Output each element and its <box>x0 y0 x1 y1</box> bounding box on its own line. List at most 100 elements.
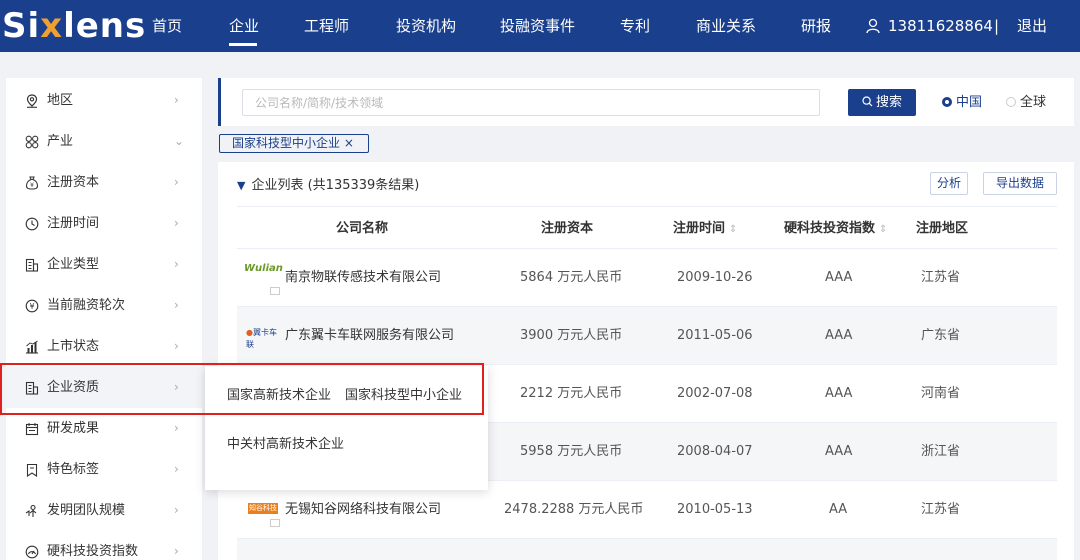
col-header-index[interactable]: 硬科技投资指数 ⇕ <box>784 220 887 239</box>
search-button[interactable]: 搜索 <box>848 89 916 116</box>
logo-badge-icon <box>270 287 280 295</box>
sidebar-item-enterprise-type[interactable]: 企业类型 › <box>6 244 202 285</box>
chevron-right-icon: › <box>174 93 179 107</box>
company-name-link[interactable]: 广东翼卡车联网服务有限公司 <box>285 327 454 345</box>
financing-icon: ¥ <box>25 299 39 313</box>
radio-selected-icon <box>942 96 952 107</box>
nav-investor[interactable]: 投资机构 <box>396 16 456 36</box>
chevron-right-icon: › <box>174 298 179 312</box>
cell-date: 2009-10-26 <box>677 270 753 285</box>
scope-label-china: 中国 <box>956 95 983 110</box>
cell-region: 河南省 <box>921 386 961 401</box>
company-logo-text: 知谷科技 <box>248 503 278 514</box>
nav-enterprise[interactable]: 企业 <box>229 16 259 36</box>
cell-date: 2008-04-07 <box>677 444 753 459</box>
cell-capital: 2212 万元人民币 <box>520 386 623 401</box>
industry-icon <box>25 135 39 149</box>
cell-index: AAA <box>825 270 853 285</box>
sidebar-item-registered-capital[interactable]: ¥ 注册资本 › <box>6 162 202 203</box>
filter-sidebar: 地区 › 产业 ⌄ ¥ 注册资本 › 注册时间 › 企业类型 › ¥ 当前融资轮… <box>6 78 202 560</box>
sidebar-item-label: 地区 <box>47 93 74 108</box>
nav-business-relations[interactable]: 商业关系 <box>696 16 756 36</box>
chevron-right-icon: › <box>174 257 179 271</box>
cell-date: 2002-07-08 <box>677 386 753 401</box>
nav-investment-events[interactable]: 投融资事件 <box>500 16 575 36</box>
cell-capital: 2478.2288 万元人民币 <box>504 502 644 517</box>
bookmark-icon <box>26 463 38 477</box>
sidebar-item-feature-tags[interactable]: 特色标签 › <box>6 449 202 490</box>
qualification-option[interactable]: 中关村高新技术企业 <box>227 436 344 454</box>
sidebar-item-industry[interactable]: 产业 ⌄ <box>6 121 202 162</box>
cell-index: AAA <box>825 444 853 459</box>
col-header-date[interactable]: 注册时间 ⇕ <box>673 220 737 239</box>
location-icon <box>26 94 38 108</box>
col-header-company: 公司名称 <box>336 221 389 236</box>
nav-research[interactable]: 研报 <box>801 16 831 36</box>
collapse-arrow-icon[interactable]: ▼ <box>237 179 245 192</box>
scope-radio-china[interactable]: 中国 <box>942 94 982 111</box>
col-header-capital: 注册资本 <box>541 221 594 236</box>
company-name-link[interactable]: 无锡知谷网络科技有限公司 <box>285 501 441 519</box>
sort-icon[interactable]: ⇕ <box>729 224 737 235</box>
sidebar-item-label: 企业类型 <box>47 257 100 272</box>
logo-badge-icon <box>270 519 280 527</box>
cell-capital: 5864 万元人民币 <box>520 270 623 285</box>
sidebar-item-label: 注册时间 <box>47 216 100 231</box>
sidebar-item-label: 注册资本 <box>47 175 100 190</box>
search-input[interactable] <box>242 89 820 116</box>
sixlens-logo[interactable]: Sixlens <box>2 6 146 46</box>
nav-active-indicator <box>229 43 257 46</box>
list-title-text: 企业列表 (共135339条结果) <box>251 178 420 193</box>
clock-icon <box>25 217 39 231</box>
calendar-icon <box>25 423 39 436</box>
svg-text:¥: ¥ <box>30 182 34 189</box>
search-button-label: 搜索 <box>875 95 902 110</box>
header-separator: | <box>994 17 1000 35</box>
cell-region: 江苏省 <box>921 270 961 285</box>
logout-link[interactable]: 退出 <box>1017 16 1047 36</box>
user-phone[interactable]: 13811628864 <box>888 16 993 36</box>
money-bag-icon: ¥ <box>25 176 39 190</box>
logo-mark-icon: ● <box>246 328 253 337</box>
sidebar-item-label: 特色标签 <box>47 462 100 477</box>
cell-region: 浙江省 <box>921 444 961 459</box>
sidebar-item-team-size[interactable]: 发明团队规模 › <box>6 490 202 531</box>
sidebar-item-financing-round[interactable]: ¥ 当前融资轮次 › <box>6 285 202 326</box>
company-name-link[interactable]: 南京物联传感技术有限公司 <box>285 269 441 287</box>
top-header: Sixlens 首页 企业 工程师 投资机构 投融资事件 专利 商业关系 研报 … <box>0 0 1080 52</box>
analyze-button[interactable]: 分析 <box>930 172 968 195</box>
sidebar-item-registered-time[interactable]: 注册时间 › <box>6 203 202 244</box>
sidebar-item-region[interactable]: 地区 › <box>6 80 202 121</box>
company-logo: ●翼卡车联 <box>246 318 282 349</box>
radio-unselected-icon <box>1006 96 1016 107</box>
cell-capital: 5958 万元人民币 <box>520 444 623 459</box>
scope-radio-global[interactable]: 全球 <box>1006 94 1046 111</box>
gauge-icon <box>25 545 39 559</box>
cell-date: 2011-05-06 <box>677 328 753 343</box>
list-title: ▼ 企业列表 (共135339条结果) <box>237 177 419 195</box>
chevron-right-icon: › <box>174 339 179 353</box>
active-filter-tag[interactable]: 国家科技型中小企业 × <box>219 134 369 153</box>
export-data-button[interactable]: 导出数据 <box>983 172 1057 195</box>
sidebar-item-label: 研发成果 <box>47 421 100 436</box>
nav-patent[interactable]: 专利 <box>620 16 650 36</box>
chevron-down-icon: ⌄ <box>174 134 185 148</box>
chevron-right-icon: › <box>174 503 179 517</box>
team-icon <box>25 504 37 517</box>
sort-icon[interactable]: ⇕ <box>879 224 887 235</box>
sidebar-item-investment-index[interactable]: 硬科技投资指数 › <box>6 531 202 560</box>
header-divider <box>237 206 1057 207</box>
nav-engineer[interactable]: 工程师 <box>304 16 349 36</box>
cell-index: AAA <box>825 386 853 401</box>
chevron-right-icon: › <box>174 175 179 189</box>
annotation-highlight-box <box>0 363 484 415</box>
chevron-right-icon: › <box>174 421 179 435</box>
cell-date: 2010-05-13 <box>677 502 753 517</box>
cell-region: 广东省 <box>921 328 961 343</box>
table-row[interactable] <box>237 538 1057 560</box>
nav-home[interactable]: 首页 <box>152 16 182 36</box>
cell-index: AA <box>829 502 848 517</box>
sidebar-item-listing-status[interactable]: 上市状态 › <box>6 326 202 367</box>
cell-index: AAA <box>825 328 853 343</box>
chevron-right-icon: › <box>174 216 179 230</box>
